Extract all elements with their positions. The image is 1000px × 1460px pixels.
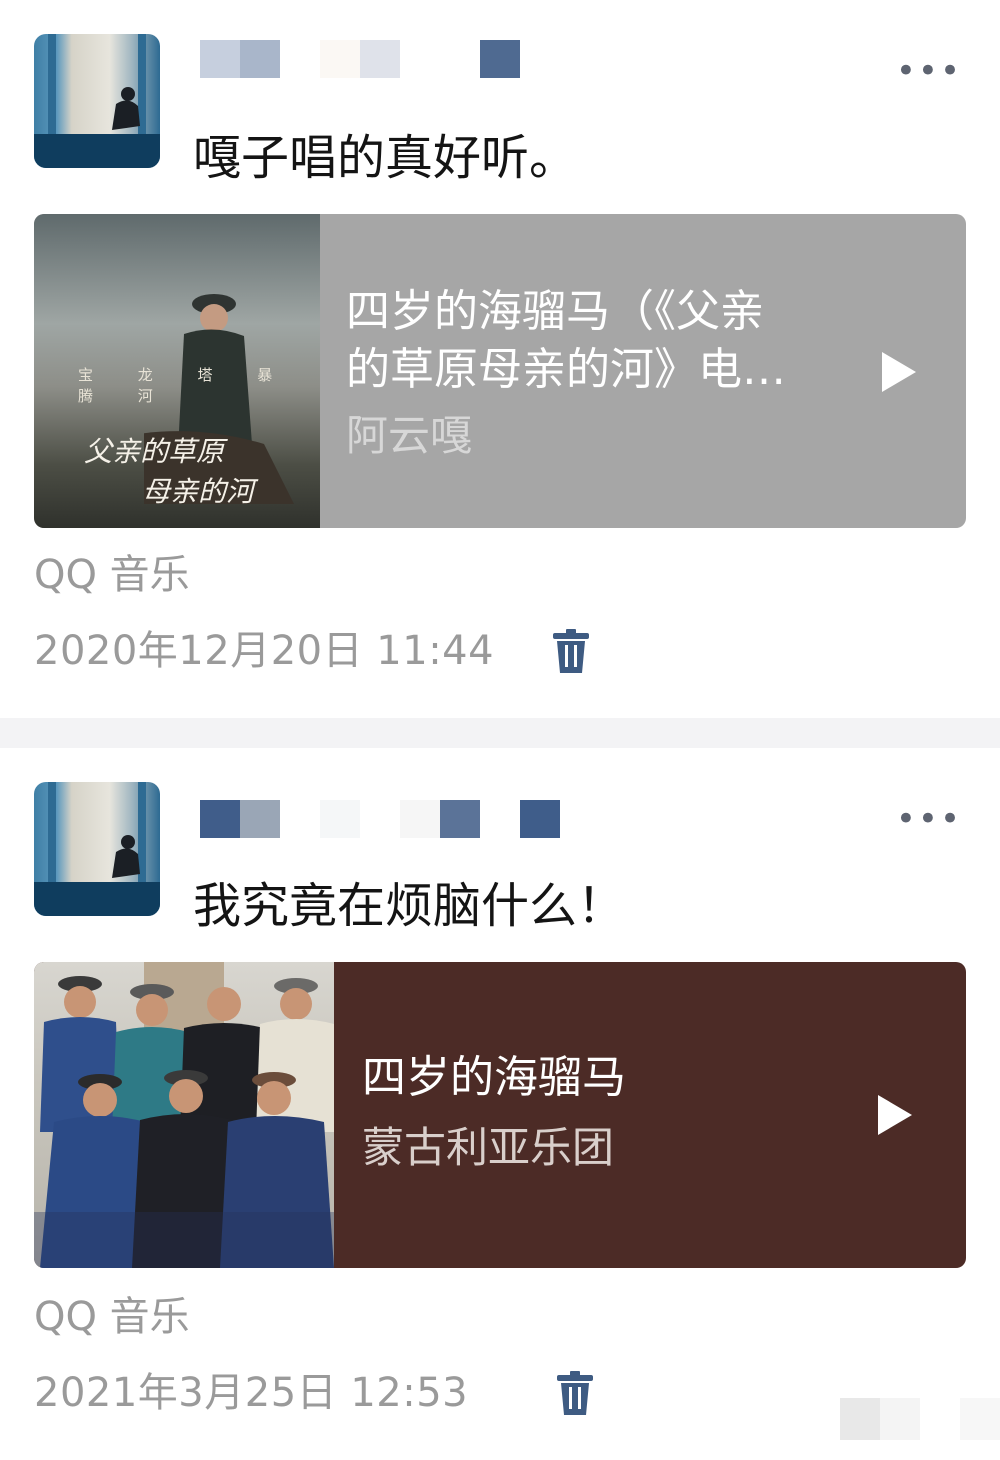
timestamp: 2021年3月25日 12:53 [34, 1370, 469, 1416]
corner-blur [800, 1398, 1000, 1440]
post-text: 嘎子唱的真好听。 [193, 130, 578, 186]
trash-icon[interactable] [553, 629, 589, 673]
play-icon[interactable] [882, 352, 916, 392]
post-divider [0, 718, 1000, 748]
more-icon[interactable]: ••• [896, 54, 962, 88]
avatar-figure [112, 87, 140, 130]
band-photo [34, 962, 334, 1268]
username-blurred[interactable] [200, 40, 520, 78]
album-cover [34, 962, 334, 1268]
username-blurred[interactable] [200, 800, 560, 838]
album-cover: 宝 龙 塔 暴 腾 河 父亲的草原 母亲的河 [34, 214, 320, 528]
post-text: 我究竟在烦脑什么！ [193, 878, 626, 934]
more-icon[interactable]: ••• [896, 802, 962, 836]
cover-calligraphy: 父亲的草原 [84, 435, 225, 468]
artist-name: 阿云嘎 [346, 411, 473, 460]
cover-credits: 宝 龙 塔 暴 腾 河 [78, 366, 293, 405]
music-card[interactable]: 四岁的海骝马 蒙古利亚乐团 [34, 962, 966, 1268]
cover-calligraphy: 母亲的河 [142, 475, 255, 508]
moment-post-2: ••• 我究竟在烦脑什么！ 四岁的海骝马 蒙古利亚乐团 QQ 音乐 2021年3… [0, 748, 1000, 1460]
moment-post-1: ••• 嘎子唱的真好听。 宝 龙 塔 暴 腾 河 父亲的草原 母亲的河 四岁的海… [0, 0, 1000, 718]
avatar-figure [112, 835, 140, 878]
avatar[interactable] [34, 34, 160, 168]
play-icon[interactable] [878, 1095, 912, 1135]
song-title: 四岁的海骝马（《父亲 [346, 286, 764, 337]
song-info: 四岁的海骝马（《父亲 的草原母亲的河》电… 阿云嘎 [320, 214, 966, 528]
timestamp: 2020年12月20日 11:44 [34, 628, 495, 674]
song-info: 四岁的海骝马 蒙古利亚乐团 [334, 962, 966, 1268]
trash-icon[interactable] [557, 1371, 593, 1415]
song-title: 的草原母亲的河》电… [346, 344, 786, 395]
avatar[interactable] [34, 782, 160, 916]
song-title: 四岁的海骝马 [362, 1052, 626, 1103]
artist-name: 蒙古利亚乐团 [362, 1123, 615, 1172]
source-label[interactable]: QQ 音乐 [34, 1292, 190, 1342]
music-card[interactable]: 宝 龙 塔 暴 腾 河 父亲的草原 母亲的河 四岁的海骝马（《父亲 的草原母亲的… [34, 214, 966, 528]
source-label[interactable]: QQ 音乐 [34, 550, 190, 600]
